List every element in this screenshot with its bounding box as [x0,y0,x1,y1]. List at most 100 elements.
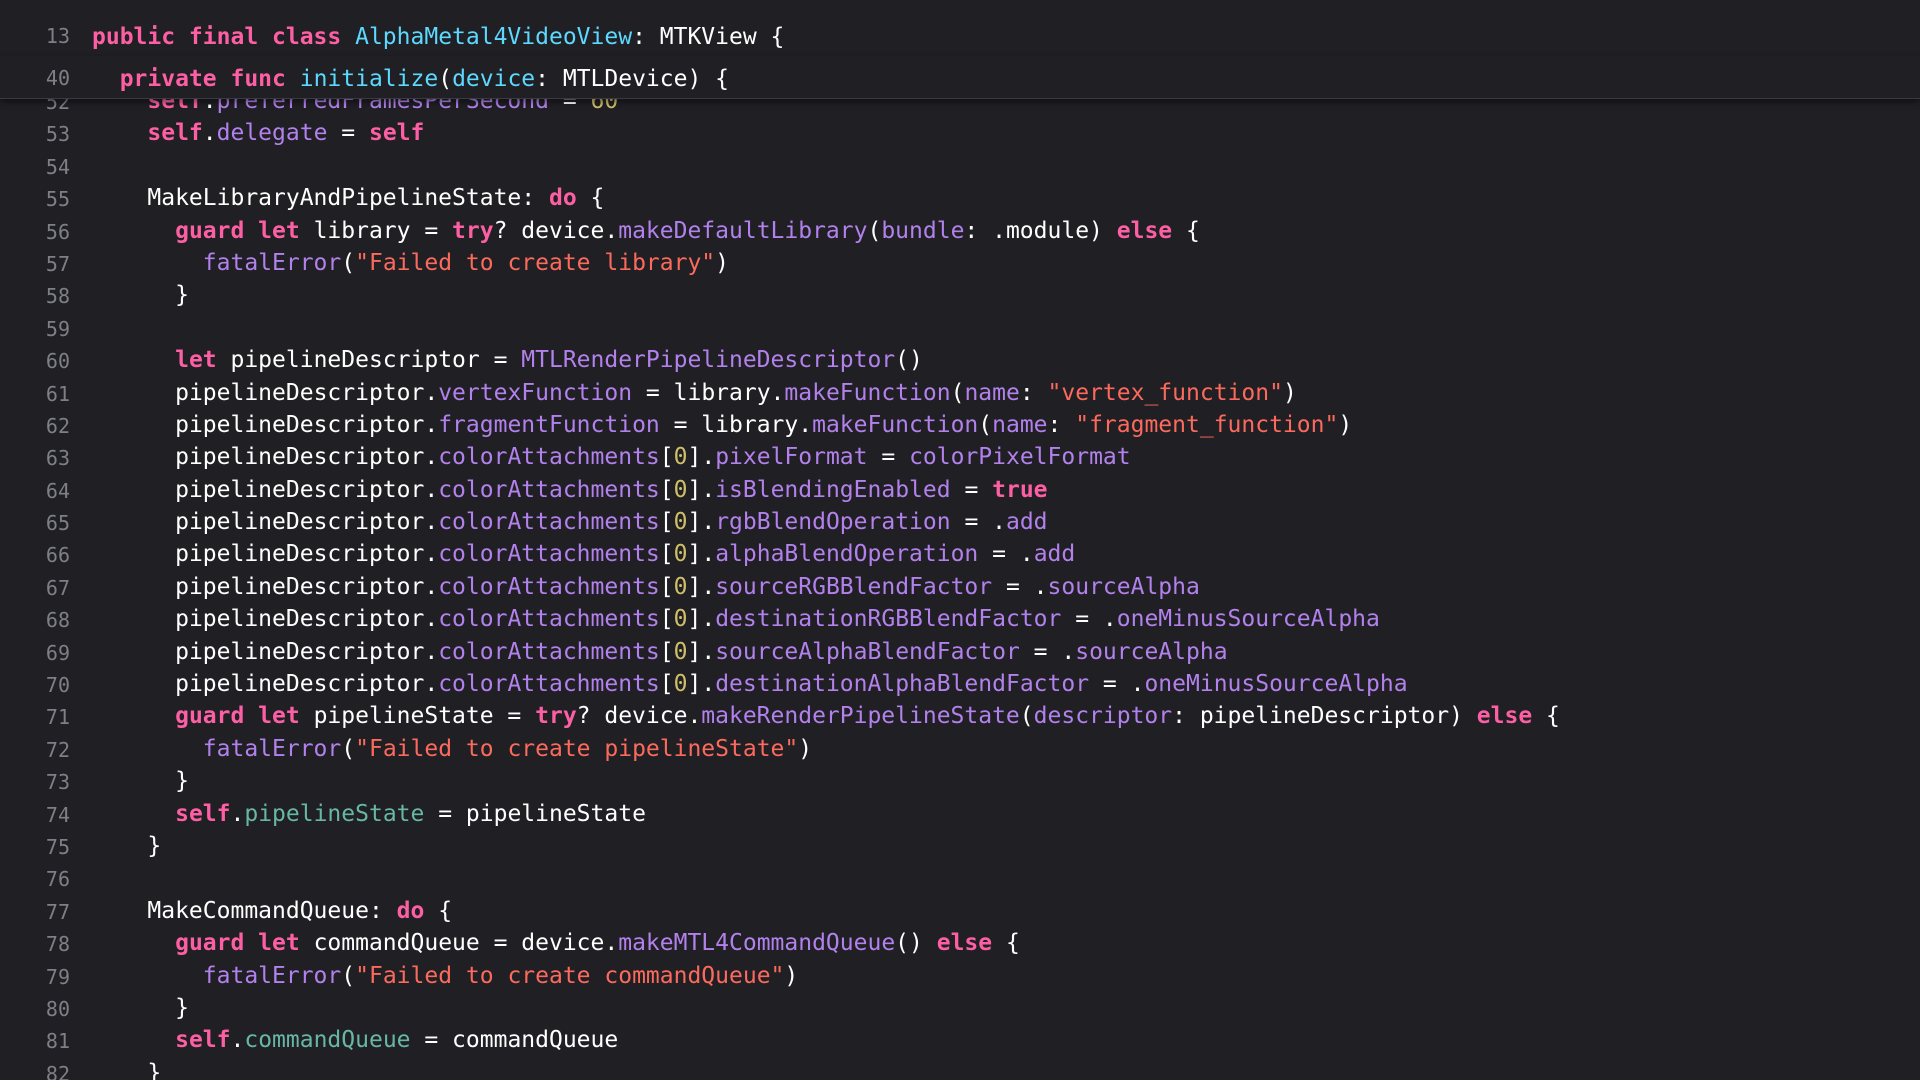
code-token: [ [659,509,674,536]
line-number: 53 [45,122,70,147]
code-line[interactable]: 63 pipelineDescriptor.colorAttachments[0… [0,442,1920,474]
code-line[interactable]: 54 [0,151,1920,183]
code-text[interactable]: fatalError("Failed to create pipelineSta… [92,736,812,762]
line-number: 81 [45,1029,70,1054]
code-text[interactable]: self.pipelineState = pipelineState [92,801,646,827]
code-text[interactable]: pipelineDescriptor.colorAttachments[0].r… [92,509,1047,536]
code-token: 0 [673,541,688,568]
code-line[interactable]: 53 self.delegate = self [0,118,1920,150]
line-number: 80 [45,996,70,1021]
code-text[interactable]: self.commandQueue = commandQueue [92,1027,618,1053]
code-line[interactable]: 66 pipelineDescriptor.colorAttachments[0… [0,539,1920,571]
line-number: 76 [45,867,70,892]
code-text[interactable]: guard let library = try? device.makeDefa… [92,218,1200,244]
code-token: ( [1019,703,1034,730]
code-token: 0 [673,509,688,536]
code-line[interactable]: 56 guard let library = try? device.makeD… [0,216,1920,248]
code-token: ? device. [493,217,619,244]
code-token: self [147,120,203,147]
code-text[interactable]: pipelineDescriptor.colorAttachments[0].p… [92,444,1131,470]
code-token: true [992,476,1048,503]
code-line[interactable]: 57 fatalError("Failed to create library"… [0,248,1920,280]
code-text[interactable]: } [92,995,189,1021]
code-line[interactable]: 70 pipelineDescriptor.colorAttachments[0… [0,669,1920,701]
code-line[interactable]: 58 } [0,280,1920,312]
code-line[interactable]: 62 pipelineDescriptor.fragmentFunction =… [0,410,1920,442]
code-text[interactable]: pipelineDescriptor.colorAttachments[0].d… [92,671,1408,698]
code-token: pipelineState = [299,703,536,730]
code-line[interactable]: 71 guard let pipelineState = try? device… [0,701,1920,733]
code-line[interactable]: 69 pipelineDescriptor.colorAttachments[0… [0,637,1920,669]
code-token: [ [659,541,674,568]
code-token: AlphaMetal4VideoView [355,24,633,50]
code-token: colorAttachments [438,509,660,536]
code-line[interactable]: 65 pipelineDescriptor.colorAttachments[0… [0,507,1920,539]
code-line[interactable]: 55 MakeLibraryAndPipelineState: do { [0,183,1920,215]
code-line[interactable]: 64 pipelineDescriptor.colorAttachments[0… [0,475,1920,507]
code-line[interactable]: 67 pipelineDescriptor.colorAttachments[0… [0,572,1920,604]
code-token: private func [119,66,300,92]
code-token: colorAttachments [438,638,660,665]
code-line[interactable]: 68 pipelineDescriptor.colorAttachments[0… [0,604,1920,636]
code-lines[interactable]: 52 self.preferredFramesPerSecond = 60 53 … [0,86,1920,1080]
code-token: sourceAlphaBlendFactor [715,638,1020,665]
code-line[interactable]: 72 fatalError("Failed to create pipeline… [0,734,1920,766]
code-line[interactable]: 79 fatalError("Failed to create commandQ… [0,961,1920,993]
code-line[interactable]: 60 let pipelineDescriptor = MTLRenderPip… [0,345,1920,377]
code-editor[interactable]: 13 public final class AlphaMetal4VideoVi… [0,0,1920,1080]
code-line[interactable]: 75 } [0,831,1920,863]
line-number: 40 [45,66,70,90]
code-text[interactable]: } [92,768,189,794]
code-token: [ [659,606,674,633]
code-token: } [175,768,189,795]
code-text[interactable]: fatalError("Failed to create commandQueu… [92,963,798,989]
code-text[interactable]: fatalError("Failed to create library") [92,250,729,276]
code-text[interactable]: let pipelineDescriptor = MTLRenderPipeli… [92,347,923,373]
code-text[interactable]: } [92,1060,161,1080]
code-token: () [895,347,923,374]
code-token: () [895,930,937,957]
code-line[interactable]: 81 self.commandQueue = commandQueue [0,1025,1920,1057]
code-text[interactable]: pipelineDescriptor.vertexFunction = libr… [92,380,1297,406]
code-text[interactable]: pipelineDescriptor.colorAttachments[0].i… [92,476,1048,503]
line-number: 82 [45,1061,70,1080]
code-line[interactable]: 80 } [0,993,1920,1025]
code-text[interactable]: public final class AlphaMetal4VideoView:… [92,24,784,50]
code-text[interactable]: MakeLibraryAndPipelineState: do { [92,185,604,211]
code-token: else [1116,217,1173,244]
sticky-header-class[interactable]: 13 public final class AlphaMetal4VideoVi… [0,16,1920,57]
code-token: 0 [673,444,688,471]
code-text[interactable]: guard let commandQueue = device.makeMTL4… [92,930,1020,956]
code-line[interactable]: 82 } [0,1058,1920,1080]
code-text[interactable]: MakeCommandQueue: do { [92,898,452,924]
code-text[interactable]: pipelineDescriptor.fragmentFunction = li… [92,412,1352,438]
code-token: MakeCommandQueue: [147,897,397,924]
code-text[interactable]: } [92,282,189,308]
code-token: = . [950,509,1006,536]
code-line[interactable]: 61 pipelineDescriptor.vertexFunction = l… [0,378,1920,410]
code-token: descriptor [1033,703,1173,730]
code-token: MakeLibraryAndPipelineState: [147,185,549,212]
code-line[interactable]: 59 [0,313,1920,345]
code-text[interactable]: self.delegate = self [92,120,424,146]
code-line[interactable]: 77 MakeCommandQueue: do { [0,896,1920,928]
code-text[interactable]: pipelineDescriptor.colorAttachments[0].s… [92,638,1227,665]
line-number: 59 [45,316,70,341]
code-text[interactable]: guard let pipelineState = try? device.ma… [92,703,1560,729]
sticky-header-function[interactable]: 40 private func initialize(device: MTLDe… [0,56,1920,99]
code-token: = library. [632,379,785,406]
code-line[interactable]: 76 [0,863,1920,895]
code-token: oneMinusSourceAlpha [1144,671,1408,698]
code-line[interactable]: 78 guard let commandQueue = device.makeM… [0,928,1920,960]
code-text[interactable]: pipelineDescriptor.colorAttachments[0].s… [92,574,1200,600]
code-token: vertexFunction [438,379,633,406]
code-text[interactable]: pipelineDescriptor.colorAttachments[0].a… [92,541,1075,567]
code-text[interactable]: pipelineDescriptor.colorAttachments[0].d… [92,606,1380,632]
code-line[interactable]: 73 } [0,766,1920,798]
code-line[interactable]: 74 self.pipelineState = pipelineState [0,799,1920,831]
code-token: pipelineDescriptor. [175,573,439,600]
code-token: initialize [299,66,439,92]
code-text[interactable]: private func initialize(device: MTLDevic… [92,66,729,92]
code-text[interactable]: } [92,833,161,859]
code-token: ]. [687,573,716,600]
